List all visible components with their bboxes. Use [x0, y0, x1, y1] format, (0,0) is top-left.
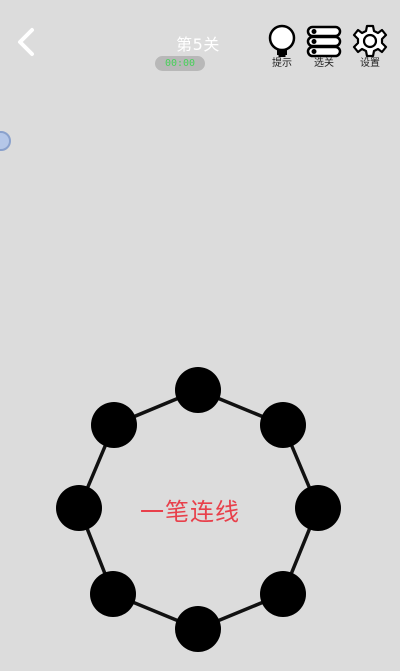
puzzle-board: [56, 367, 341, 652]
puzzle-node[interactable]: [260, 402, 306, 448]
puzzle-node[interactable]: [295, 485, 341, 531]
game-screen: 第5关 00:00 提示 选关 设置 一笔连线: [0, 0, 400, 671]
puzzle-title: 一笔连线: [140, 498, 240, 526]
puzzle-node[interactable]: [175, 606, 221, 652]
puzzle-node[interactable]: [260, 571, 306, 617]
puzzle-node[interactable]: [91, 402, 137, 448]
puzzle-node[interactable]: [90, 571, 136, 617]
puzzle-node[interactable]: [175, 367, 221, 413]
puzzle-node[interactable]: [56, 485, 102, 531]
